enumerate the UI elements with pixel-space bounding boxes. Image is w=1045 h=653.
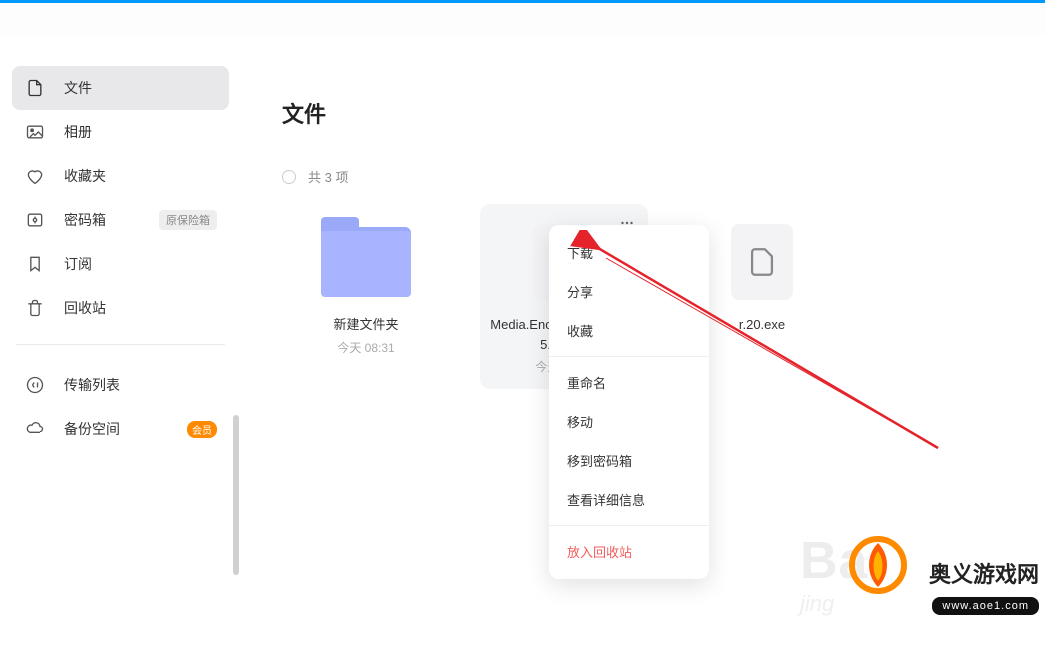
- sidebar-item-label: 收藏夹: [64, 166, 217, 186]
- menu-details[interactable]: 查看详细信息: [549, 480, 709, 519]
- sidebar-item-vault[interactable]: 密码箱 原保险箱: [12, 198, 229, 242]
- file-name: 新建文件夹: [333, 315, 398, 335]
- header-strip: [0, 3, 1045, 35]
- item-count-text: 共 3 项: [308, 167, 348, 186]
- sidebar-item-favorites[interactable]: 收藏夹: [12, 154, 229, 198]
- heart-icon: [24, 165, 46, 187]
- file-name: r.20.exe: [739, 315, 785, 335]
- sidebar-item-files[interactable]: 文件: [12, 66, 229, 110]
- app-container: 文件 相册 收藏夹 密码箱 原保险箱 订阅: [0, 35, 1045, 653]
- file-thumb: [715, 223, 809, 301]
- folder-icon: [321, 227, 411, 297]
- sidebar-item-label: 密码箱: [64, 210, 159, 230]
- vault-badge: 原保险箱: [159, 210, 217, 230]
- item-count-row: 共 3 项: [282, 167, 1005, 186]
- bookmark-icon: [24, 253, 46, 275]
- page-title: 文件: [282, 97, 1005, 129]
- select-all-circle[interactable]: [282, 170, 296, 184]
- sidebar-divider: [16, 344, 225, 345]
- menu-separator: [549, 356, 709, 357]
- vault-icon: [24, 209, 46, 231]
- menu-rename[interactable]: 重命名: [549, 363, 709, 402]
- sidebar-item-trash[interactable]: 回收站: [12, 286, 229, 330]
- menu-move[interactable]: 移动: [549, 402, 709, 441]
- sidebar-item-label: 备份空间: [64, 419, 181, 439]
- menu-delete[interactable]: 放入回收站: [549, 532, 709, 571]
- sidebar-item-label: 传输列表: [64, 375, 217, 395]
- sidebar-item-transfer[interactable]: 传输列表: [12, 363, 229, 407]
- file-time: 今天 08:31: [337, 339, 394, 356]
- menu-separator: [549, 525, 709, 526]
- menu-favorite[interactable]: 收藏: [549, 311, 709, 350]
- transfer-icon: [24, 374, 46, 396]
- menu-download[interactable]: 下载: [549, 233, 709, 272]
- menu-share[interactable]: 分享: [549, 272, 709, 311]
- sidebar-item-label: 回收站: [64, 298, 217, 318]
- sidebar-item-label: 相册: [64, 122, 217, 142]
- sidebar: 文件 相册 收藏夹 密码箱 原保险箱 订阅: [0, 35, 241, 653]
- sidebar-item-photos[interactable]: 相册: [12, 110, 229, 154]
- context-menu: 下载 分享 收藏 重命名 移动 移到密码箱 查看详细信息 放入回收站: [549, 225, 709, 579]
- file-icon: [24, 77, 46, 99]
- sidebar-item-backup[interactable]: 备份空间 会员: [12, 407, 229, 451]
- sidebar-scrollbar[interactable]: [233, 415, 239, 575]
- member-badge: 会员: [187, 421, 217, 438]
- cloud-icon: [24, 418, 46, 440]
- sidebar-item-label: 文件: [64, 78, 217, 98]
- sidebar-item-label: 订阅: [64, 254, 217, 274]
- menu-move-vault[interactable]: 移到密码箱: [549, 441, 709, 480]
- file-icon-box: [731, 224, 793, 300]
- file-card-folder[interactable]: 新建文件夹 今天 08:31: [282, 204, 450, 389]
- photo-icon: [24, 121, 46, 143]
- folder-thumb: [319, 223, 413, 301]
- sidebar-item-subscribe[interactable]: 订阅: [12, 242, 229, 286]
- trash-icon: [24, 297, 46, 319]
